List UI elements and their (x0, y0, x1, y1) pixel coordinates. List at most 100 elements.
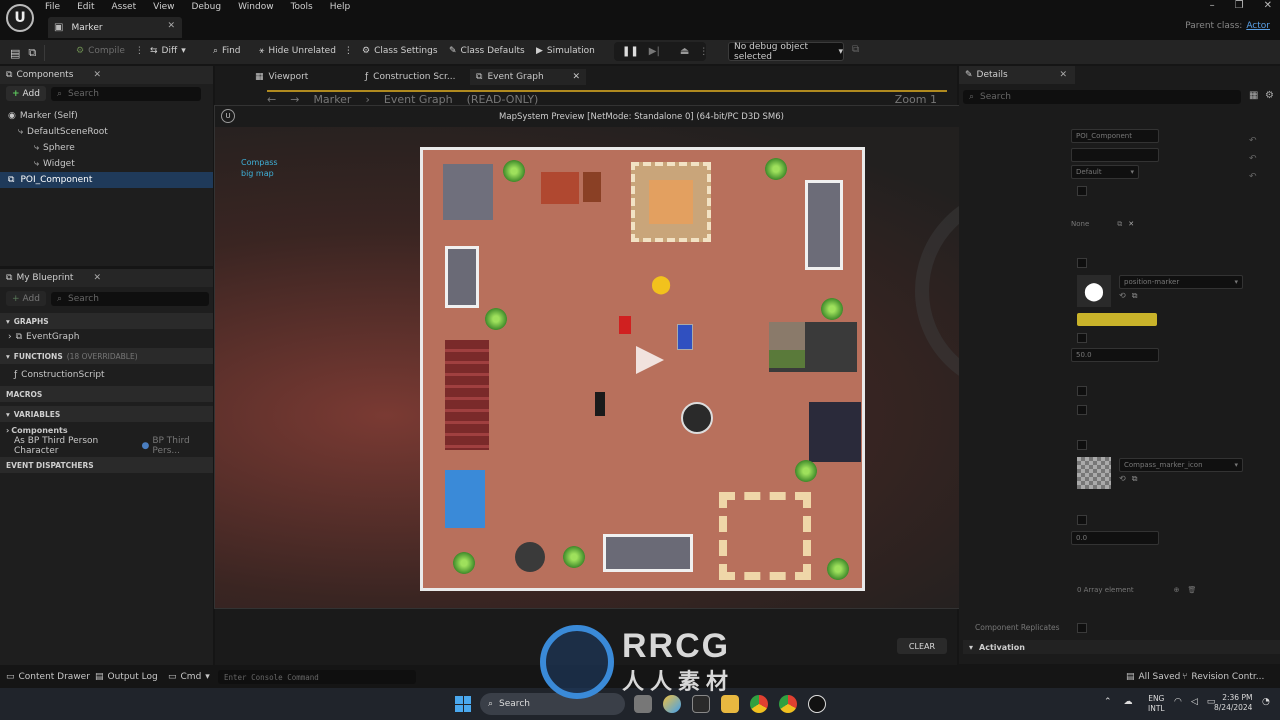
property-checkbox[interactable] (1077, 186, 1087, 196)
content-drawer-button[interactable]: ▭ Content Drawer (6, 672, 90, 682)
menu-file[interactable]: File (45, 2, 60, 12)
table-view-icon[interactable]: ▦ (1249, 90, 1258, 101)
menu-asset[interactable]: Asset (112, 2, 137, 12)
reset-icon[interactable]: ↶ (1249, 150, 1257, 168)
components-search-input[interactable]: ⌕ Search (50, 86, 201, 101)
section-event-dispatchers[interactable]: EVENT DISPATCHERS (0, 457, 213, 473)
tree-item-default-scene-root[interactable]: ⤷ DefaultSceneRoot (0, 124, 213, 140)
section-graphs[interactable]: ▾ GRAPHS (0, 313, 213, 329)
breadcrumb-marker[interactable]: Marker (313, 93, 351, 106)
pause-icon[interactable]: ❚❚ (622, 46, 639, 57)
minimap[interactable]: ⬤ (420, 147, 865, 591)
cloud-icon[interactable]: ☁ (1124, 697, 1133, 707)
position-marker-select[interactable]: position-marker ▾ (1119, 275, 1243, 289)
browse-icon[interactable]: ⧉ (1132, 474, 1138, 483)
menu-edit[interactable]: Edit (77, 2, 94, 12)
use-selected-icon[interactable]: ⟲ (1119, 291, 1126, 300)
chrome-icon[interactable] (779, 695, 797, 713)
close-icon[interactable]: ✕ (1264, 0, 1272, 11)
minimize-icon[interactable]: – (1210, 0, 1215, 11)
unreal-logo-icon[interactable]: U (6, 4, 34, 32)
revision-control-button[interactable]: ⑂ Revision Contr... (1182, 672, 1264, 682)
value-field-50[interactable]: 50.0 (1071, 348, 1159, 362)
compile-button[interactable]: ⚙ Compile ⋮ (76, 46, 144, 56)
close-icon[interactable]: ✕ (572, 72, 580, 82)
component-name-field[interactable]: POI_Component (1071, 129, 1159, 143)
class-defaults-button[interactable]: ✎ Class Defaults (449, 46, 525, 56)
settings-icon[interactable]: ⚙ (1265, 90, 1274, 101)
add-component-button[interactable]: + Add (6, 86, 46, 101)
debug-filter-icon[interactable]: ⧉ (852, 44, 859, 55)
tree-item-poi-component[interactable]: ⧉ POI_Component (0, 172, 213, 188)
menu-tools[interactable]: Tools (291, 2, 313, 12)
simulation-button[interactable]: ▶ Simulation (536, 46, 595, 56)
tree-item-sphere[interactable]: ⤷ Sphere (0, 140, 213, 156)
windows-start-icon[interactable] (455, 696, 471, 712)
preview-viewport[interactable]: Compass big map ⬤ (215, 127, 1068, 608)
clear-icon[interactable]: ✕ (1128, 220, 1134, 228)
cmd-select[interactable]: ▭ Cmd ▾ (168, 672, 210, 682)
value-field-0[interactable]: 0.0 (1071, 531, 1159, 545)
parent-class-link[interactable]: Actor (1246, 21, 1270, 31)
graph-item-eventgraph[interactable]: › ⧉ EventGraph (0, 329, 213, 345)
reset-icon[interactable]: ↶ (1249, 168, 1257, 186)
class-settings-button[interactable]: ⚙ Class Settings (362, 46, 438, 56)
browse-icon[interactable]: ⧉ (1132, 291, 1138, 300)
section-variables[interactable]: ▾ VARIABLES (0, 406, 213, 422)
chrome-icon[interactable] (750, 695, 768, 713)
use-selected-icon[interactable]: ⟲ (1119, 474, 1126, 483)
tree-item-widget[interactable]: ⤷ Widget (0, 156, 213, 172)
forward-icon[interactable]: → (290, 93, 299, 106)
browse-icon[interactable]: ⧉ (1117, 220, 1122, 228)
back-icon[interactable]: ← (267, 93, 276, 106)
clock[interactable]: 2:36 PM 8/24/2024 (1214, 693, 1252, 713)
variable-item[interactable]: As BP Third Person Character ● BP Third Pe… (0, 436, 213, 456)
property-checkbox[interactable] (1077, 405, 1087, 415)
save-icon[interactable]: ▤ (10, 47, 20, 60)
property-checkbox[interactable] (1077, 515, 1087, 525)
menu-help[interactable]: Help (330, 2, 351, 12)
maximize-icon[interactable]: ❐ (1235, 0, 1244, 11)
property-checkbox[interactable] (1077, 258, 1087, 268)
close-icon[interactable]: ✕ (93, 70, 101, 80)
find-button[interactable]: ⌕ Find (213, 46, 241, 56)
function-item-construction-script[interactable]: ƒ ConstructionScript (0, 367, 213, 383)
browse-icon[interactable]: ⧉ (28, 46, 36, 60)
unreal-engine-icon[interactable] (808, 695, 826, 713)
menu-window[interactable]: Window (238, 2, 274, 12)
section-functions[interactable]: ▾ FUNCTIONS (18 OVERRIDABLE) (0, 348, 213, 364)
blueprint-search-input[interactable]: ⌕ Search (50, 291, 209, 306)
component-replicates-checkbox[interactable] (1077, 623, 1087, 633)
menu-debug[interactable]: Debug (191, 2, 221, 12)
wifi-icon[interactable]: ◠ (1174, 697, 1182, 707)
output-log-button[interactable]: ▤ Output Log (95, 672, 158, 682)
tab-event-graph[interactable]: ⧉ Event Graph ✕ (470, 69, 586, 85)
section-activation[interactable]: ▾ Activation (963, 640, 1280, 654)
notification-bell-icon[interactable]: ◔ (1262, 697, 1270, 707)
breadcrumb-event-graph[interactable]: Event Graph (384, 93, 453, 106)
add-element-icon[interactable]: ⊕ (1174, 586, 1180, 594)
details-search-input[interactable]: ⌕ Search (963, 90, 1241, 104)
add-member-button[interactable]: + Add (6, 291, 46, 306)
tree-item-marker-self[interactable]: ◉ Marker (Self) (0, 108, 213, 124)
more-options-icon[interactable]: ⋮ (344, 46, 353, 56)
compass-icon-select[interactable]: Compass_marker_icon ▾ (1119, 458, 1243, 472)
volume-icon[interactable]: ◁ (1191, 697, 1198, 707)
color-swatch[interactable] (1077, 313, 1157, 326)
close-icon[interactable]: ✕ (93, 273, 101, 283)
menu-view[interactable]: View (153, 2, 174, 12)
trash-icon[interactable]: 🗑 (1188, 586, 1197, 594)
language-indicator[interactable]: ENG INTL (1148, 694, 1165, 714)
default-select[interactable]: Default ▾ (1071, 165, 1139, 179)
reset-icon[interactable]: ↶ (1249, 132, 1257, 150)
more-options-icon[interactable]: ⋮ (135, 46, 144, 56)
console-input[interactable]: Enter Console Command (218, 670, 416, 684)
property-checkbox[interactable] (1077, 333, 1087, 343)
tab-viewport[interactable]: ▦ Viewport (255, 72, 365, 82)
tab-construction-script[interactable]: ƒ Construction Scr... (365, 72, 470, 82)
close-icon[interactable]: ✕ (1059, 70, 1067, 80)
chevron-up-icon[interactable]: ⌃ (1104, 697, 1112, 707)
eject-icon[interactable]: ⏏ (680, 46, 689, 57)
all-saved-status[interactable]: ▤ All Saved (1126, 672, 1180, 682)
more-options-icon[interactable]: ⋮ (699, 47, 708, 57)
